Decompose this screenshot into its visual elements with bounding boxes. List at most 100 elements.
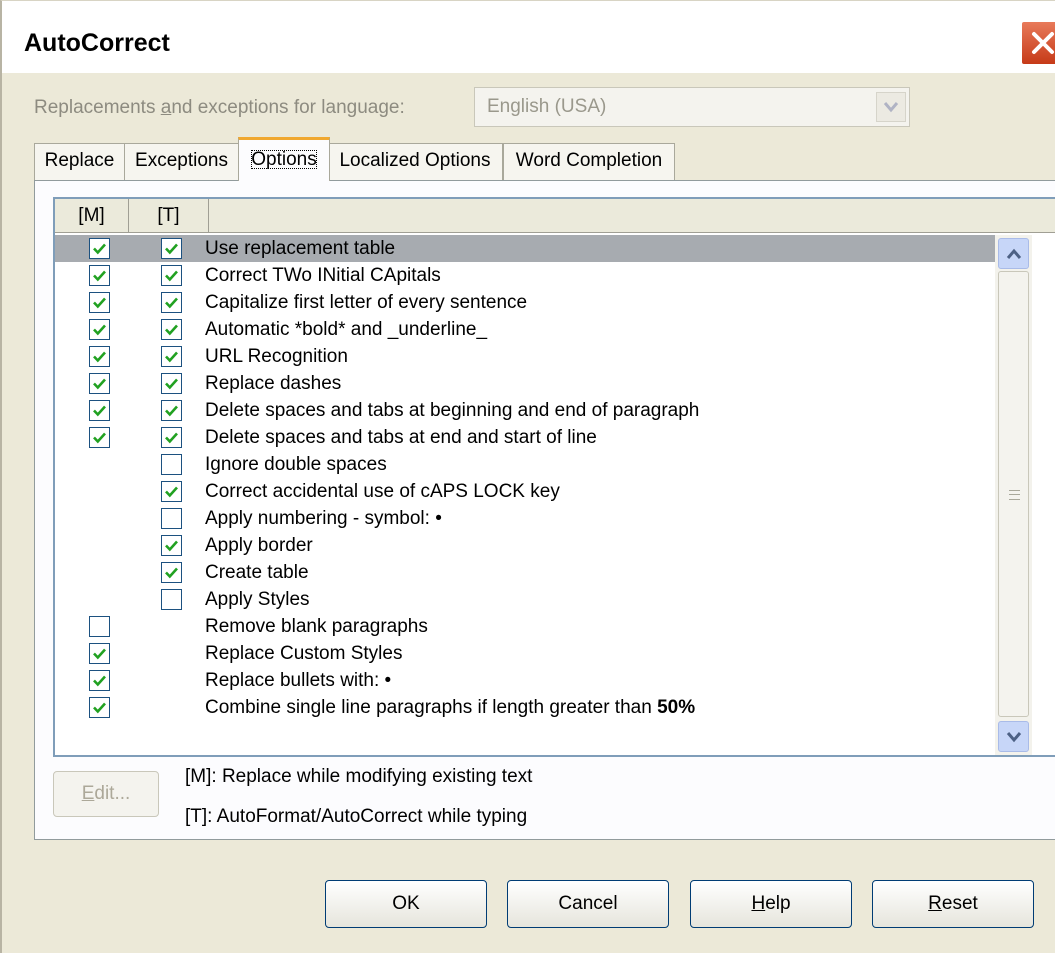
table-row[interactable]: Remove blank paragraphs [55,613,995,640]
header-t[interactable]: [T] [129,199,209,232]
close-button[interactable] [1020,20,1055,66]
option-label: Combine single line paragraphs if length… [205,695,695,720]
option-label: Apply numbering - symbol: • [205,506,442,531]
help-button[interactable]: Help [690,880,852,928]
close-icon [1032,32,1054,54]
table-row[interactable]: Replace dashes [55,370,995,397]
modify-checkbox[interactable] [89,346,110,367]
reset-button[interactable]: Reset [872,880,1034,928]
checkmark-icon [93,432,106,444]
scroll-thumb[interactable] [998,271,1029,717]
option-label-text: Use replacement table [205,238,396,259]
option-label: Use replacement table [205,236,395,261]
window-title: AutoCorrect [24,29,170,57]
modify-checkbox[interactable] [89,400,110,421]
typing-checkbox[interactable] [161,373,182,394]
chevron-up-icon [1006,248,1022,259]
typing-checkbox[interactable] [161,562,182,583]
option-label: Ignore double spaces [205,452,387,477]
language-select[interactable]: English (USA) [474,87,910,127]
checkmark-icon [165,297,178,309]
typing-checkbox[interactable] [161,508,182,529]
option-label-text: Replace dashes [205,373,342,394]
option-label: Replace Custom Styles [205,641,402,666]
modify-checkbox[interactable] [89,427,110,448]
table-row[interactable]: Correct TWo INitial CApitals [55,262,995,289]
tab-word-completion[interactable]: Word Completion [503,143,675,180]
title-bar: AutoCorrect [2,1,1055,73]
option-label-text: Create table [205,562,309,583]
checkmark-icon [93,324,106,336]
option-label: URL Recognition [205,344,348,369]
option-label-text: Replace Custom Styles [205,643,403,664]
modify-checkbox[interactable] [89,238,110,259]
chevron-down-icon [883,102,899,113]
modify-checkbox[interactable] [89,616,110,637]
option-label-text: Correct TWo INitial CApitals [205,265,441,286]
table-row[interactable]: Apply numbering - symbol: • [55,505,995,532]
modify-checkbox[interactable] [89,697,110,718]
legend-t: [T]: AutoFormat/AutoCorrect while typing [185,806,528,827]
modify-checkbox[interactable] [89,670,110,691]
table-row[interactable]: Replace bullets with: • [55,667,995,694]
table-row[interactable]: Correct accidental use of cAPS LOCK key [55,478,995,505]
checkmark-icon [93,648,106,660]
scroll-down-button[interactable] [998,721,1029,752]
typing-checkbox[interactable] [161,238,182,259]
typing-checkbox[interactable] [161,400,182,421]
table-row[interactable]: Delete spaces and tabs at end and start … [55,424,995,451]
typing-checkbox[interactable] [161,346,182,367]
ok-button[interactable]: OK [325,880,487,928]
option-label-text: Replace bullets with: • [205,670,392,691]
option-label: Delete spaces and tabs at end and start … [205,425,597,450]
option-label-text: Apply border [205,535,313,556]
typing-checkbox[interactable] [161,589,182,610]
tab-options[interactable]: Options [238,137,330,181]
header-label[interactable] [209,199,1055,232]
tab-localized-options[interactable]: Localized Options [327,143,503,180]
modify-checkbox[interactable] [89,373,110,394]
table-row[interactable]: Combine single line paragraphs if length… [55,694,995,721]
table-row[interactable]: Apply border [55,532,995,559]
table-row[interactable]: Capitalize first letter of every sentenc… [55,289,995,316]
list-vertical-scrollbar[interactable] [995,235,1032,755]
typing-checkbox[interactable] [161,481,182,502]
modify-checkbox[interactable] [89,643,110,664]
table-row[interactable]: Delete spaces and tabs at beginning and … [55,397,995,424]
typing-checkbox[interactable] [161,292,182,313]
table-row[interactable]: Replace Custom Styles [55,640,995,667]
modify-checkbox[interactable] [89,265,110,286]
tab-replace[interactable]: Replace [34,143,125,180]
typing-checkbox[interactable] [161,535,182,556]
modify-checkbox[interactable] [89,292,110,313]
table-row[interactable]: Automatic *bold* and _underline_ [55,316,995,343]
scroll-up-button[interactable] [998,238,1029,269]
cancel-button[interactable]: Cancel [507,880,669,928]
table-row[interactable]: Use replacement table [55,235,995,262]
option-label-text: Remove blank paragraphs [205,616,428,637]
typing-checkbox[interactable] [161,319,182,340]
option-label: Correct accidental use of cAPS LOCK key [205,479,560,504]
option-label-text: Delete spaces and tabs at end and start … [205,427,597,448]
checkmark-icon [165,432,178,444]
options-list: [M] [T] Use replacement table Correct TWo… [53,197,1055,757]
language-dropdown-button[interactable] [876,92,906,122]
table-row[interactable]: URL Recognition [55,343,995,370]
legend-m: [M]: Replace while modifying existing te… [185,766,533,787]
typing-checkbox[interactable] [161,454,182,475]
modify-checkbox[interactable] [89,319,110,340]
header-m[interactable]: [M] [55,199,129,232]
typing-checkbox[interactable] [161,265,182,286]
edit-button[interactable]: Edit... [53,771,159,817]
table-row[interactable]: Ignore double spaces [55,451,995,478]
language-select-value: English (USA) [487,96,607,117]
checkmark-icon [93,378,106,390]
checkmark-icon [93,270,106,282]
option-label: Capitalize first letter of every sentenc… [205,290,527,315]
option-label: Apply border [205,533,313,558]
table-row[interactable]: Create table [55,559,995,586]
tab-exceptions[interactable]: Exceptions [124,143,239,180]
typing-checkbox[interactable] [161,427,182,448]
checkmark-icon [93,297,106,309]
table-row[interactable]: Apply Styles [55,586,995,613]
